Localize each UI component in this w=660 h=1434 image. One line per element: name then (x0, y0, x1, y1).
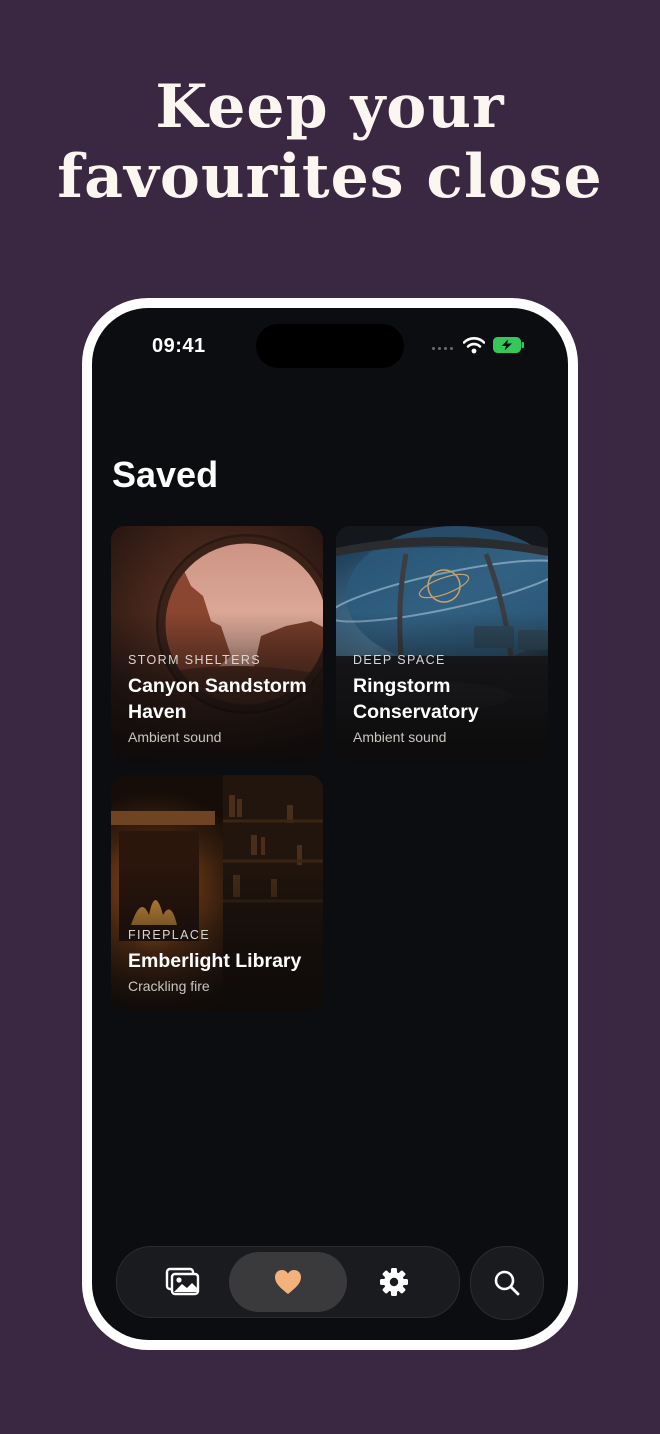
card-title: Emberlight Library (128, 950, 302, 972)
page-title: Saved (112, 454, 219, 495)
card-subtitle: Ambient sound (128, 729, 222, 745)
card-text: FIREPLACE Emberlight Library Crackling f… (128, 928, 311, 994)
heart-icon (275, 1270, 301, 1294)
battery-charging-icon (493, 337, 524, 353)
card-category: DEEP SPACE (353, 653, 446, 667)
headline-line-1: Keep your (155, 72, 505, 142)
tab-gallery[interactable] (123, 1252, 241, 1312)
search-icon (494, 1270, 520, 1296)
card-title: Canyon Sandstorm Haven (128, 675, 307, 723)
phone-frame: 09:41 Saved STORM SHELTERS Canyon Sandst… (82, 298, 578, 1350)
cellular-signal-icon (432, 347, 456, 351)
card-title: Ringstorm Conservatory (353, 675, 479, 723)
saved-card-canyon[interactable]: STORM SHELTERS Canyon Sandstorm Haven Am… (111, 526, 323, 762)
card-category: STORM SHELTERS (128, 653, 262, 667)
status-time: 09:41 (152, 335, 206, 357)
dynamic-island (256, 324, 404, 368)
search-button[interactable] (470, 1246, 544, 1320)
gallery-icon (165, 1267, 200, 1296)
headline: Keep your favourites close (0, 72, 660, 212)
card-text: DEEP SPACE Ringstorm Conservatory Ambien… (353, 653, 536, 745)
saved-card-emberlight[interactable]: FIREPLACE Emberlight Library Crackling f… (111, 775, 323, 1011)
gear-icon (380, 1268, 408, 1296)
wifi-icon (463, 337, 485, 354)
card-category: FIREPLACE (128, 928, 211, 942)
tab-settings[interactable] (335, 1252, 453, 1312)
tab-saved[interactable] (229, 1252, 347, 1312)
card-subtitle: Crackling fire (128, 978, 210, 994)
card-subtitle: Ambient sound (353, 729, 447, 745)
tab-bar (116, 1246, 460, 1318)
phone-screen: 09:41 Saved STORM SHELTERS Canyon Sandst… (92, 308, 568, 1340)
saved-card-ringstorm[interactable]: DEEP SPACE Ringstorm Conservatory Ambien… (336, 526, 548, 762)
headline-line-2: favourites close (57, 142, 603, 212)
card-text: STORM SHELTERS Canyon Sandstorm Haven Am… (128, 653, 311, 745)
